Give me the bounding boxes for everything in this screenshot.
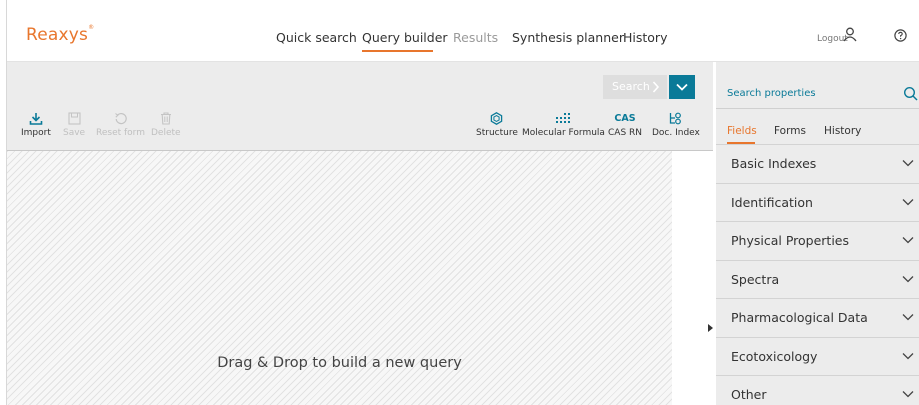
- section-pharmacological-data[interactable]: Pharmacological Data: [716, 298, 919, 337]
- nav-query-builder[interactable]: Query builder: [362, 30, 448, 45]
- reset-icon: [114, 113, 127, 125]
- panel-divider: [716, 108, 919, 109]
- section-ecotoxicology[interactable]: Ecotoxicology: [716, 336, 919, 376]
- trash-icon: [160, 112, 171, 125]
- search-options-dropdown[interactable]: [669, 75, 695, 99]
- reaxys-logo[interactable]: Reaxys®: [26, 24, 94, 45]
- tab-fields[interactable]: Fields: [727, 125, 757, 137]
- structure-icon: [491, 112, 503, 125]
- nav-quick-search[interactable]: Quick search: [276, 30, 357, 45]
- download-icon: [29, 113, 43, 125]
- top-header: Reaxys® Quick search Query builder Resul…: [7, 0, 919, 62]
- property-section-list: Basic Indexes Identification Physical Pr…: [716, 144, 919, 405]
- chevron-down-icon: [902, 314, 914, 321]
- import-button[interactable]: Import: [21, 112, 51, 138]
- search-properties-panel: Search properties Fields Forms History B…: [716, 62, 919, 405]
- canvas-gutter: [672, 150, 713, 405]
- chevron-down-icon: [902, 391, 914, 398]
- chevron-down-icon: [902, 160, 914, 167]
- reset-form-button[interactable]: Reset form: [96, 112, 145, 138]
- structure-button[interactable]: Structure: [476, 112, 518, 138]
- cas-rn-button[interactable]: CAS CAS RN: [608, 112, 642, 138]
- delete-button[interactable]: Delete: [151, 112, 181, 138]
- doc-index-button[interactable]: Doc. Index: [652, 112, 700, 138]
- doc-index-icon: [670, 112, 682, 125]
- section-basic-indexes[interactable]: Basic Indexes: [716, 144, 919, 183]
- tab-forms[interactable]: Forms: [774, 125, 806, 137]
- chevron-down-icon: [902, 198, 914, 205]
- search-button[interactable]: Search: [603, 75, 667, 99]
- chevron-down-icon: [902, 237, 914, 244]
- cas-icon: CAS: [614, 113, 636, 124]
- chevron-down-icon: [902, 275, 914, 282]
- nav-results[interactable]: Results: [453, 30, 498, 45]
- nav-synthesis-planner[interactable]: Synthesis planner: [512, 30, 624, 45]
- help-icon[interactable]: [894, 27, 907, 46]
- chevron-down-icon: [902, 352, 914, 359]
- panel-toggle-arrow-icon[interactable]: [708, 324, 713, 332]
- query-canvas-dropzone[interactable]: Drag & Drop to build a new query: [7, 150, 672, 405]
- section-spectra[interactable]: Spectra: [716, 259, 919, 299]
- query-toolbar: Search Import Save Reset form Delete Str…: [7, 62, 713, 150]
- molecular-formula-button[interactable]: Molecular Formula: [522, 112, 605, 138]
- save-icon: [67, 112, 81, 125]
- save-button[interactable]: Save: [63, 112, 85, 138]
- tab-history[interactable]: History: [824, 125, 861, 137]
- chevron-down-icon: [676, 83, 688, 91]
- search-icon[interactable]: [903, 86, 919, 106]
- chevron-right-icon: [652, 75, 660, 108]
- section-other[interactable]: Other: [716, 375, 919, 405]
- search-properties-input[interactable]: Search properties: [727, 88, 816, 99]
- section-identification[interactable]: Identification: [716, 182, 919, 222]
- drop-hint-text: Drag & Drop to build a new query: [217, 355, 462, 371]
- molecular-formula-icon: [556, 113, 571, 123]
- nav-active-underline: [362, 50, 433, 52]
- section-physical-properties[interactable]: Physical Properties: [716, 221, 919, 260]
- nav-history[interactable]: History: [623, 30, 667, 45]
- user-icon[interactable]: [843, 27, 857, 46]
